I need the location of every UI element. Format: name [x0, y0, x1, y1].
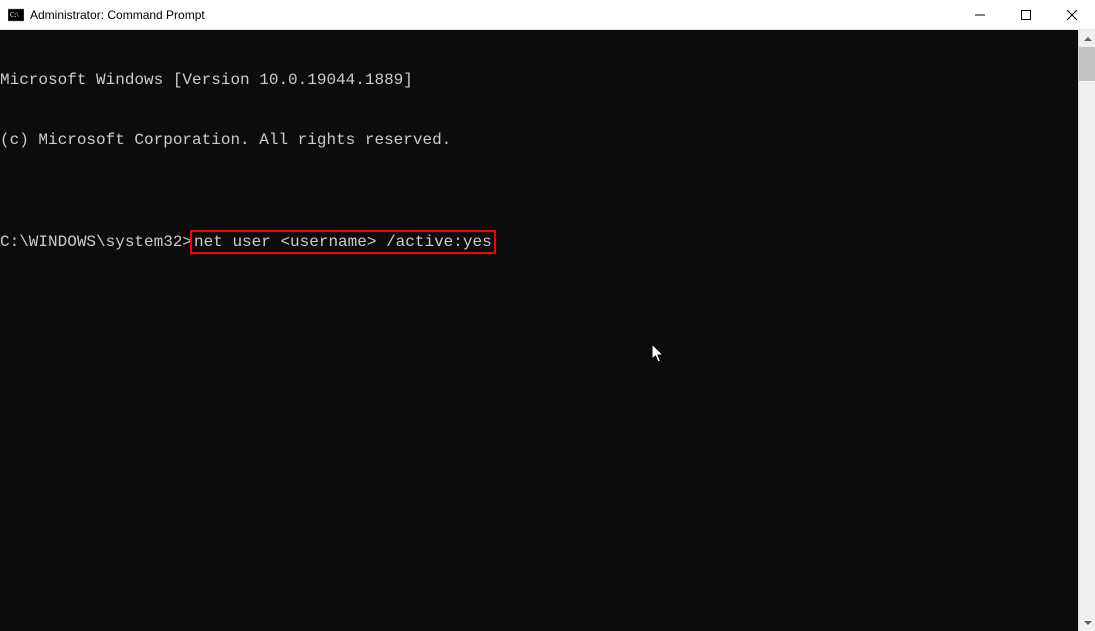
- vertical-scrollbar[interactable]: [1078, 30, 1095, 631]
- scroll-down-button[interactable]: [1079, 614, 1095, 631]
- scroll-track[interactable]: [1079, 47, 1095, 614]
- maximize-button[interactable]: [1003, 0, 1049, 30]
- cmd-icon: C:\: [8, 7, 24, 23]
- version-line: Microsoft Windows [Version 10.0.19044.18…: [0, 70, 1078, 90]
- command-prompt-window: C:\ Administrator: Command Prompt Micros…: [0, 0, 1095, 631]
- mouse-cursor-icon: [575, 324, 666, 390]
- scroll-thumb[interactable]: [1079, 47, 1095, 81]
- terminal[interactable]: Microsoft Windows [Version 10.0.19044.18…: [0, 30, 1078, 631]
- command-text: net user <username> /active:yes: [194, 233, 492, 251]
- content-area: Microsoft Windows [Version 10.0.19044.18…: [0, 30, 1095, 631]
- copyright-line: (c) Microsoft Corporation. All rights re…: [0, 130, 1078, 150]
- window-title: Administrator: Command Prompt: [30, 8, 957, 22]
- svg-text:C:\: C:\: [10, 11, 19, 19]
- minimize-button[interactable]: [957, 0, 1003, 30]
- window-controls: [957, 0, 1095, 29]
- prompt-path: C:\WINDOWS\system32>: [0, 233, 192, 251]
- prompt-line: C:\WINDOWS\system32>net user <username> …: [0, 230, 1078, 254]
- titlebar: C:\ Administrator: Command Prompt: [0, 0, 1095, 30]
- scroll-up-button[interactable]: [1079, 30, 1095, 47]
- close-button[interactable]: [1049, 0, 1095, 30]
- highlighted-command: net user <username> /active:yes: [190, 230, 496, 254]
